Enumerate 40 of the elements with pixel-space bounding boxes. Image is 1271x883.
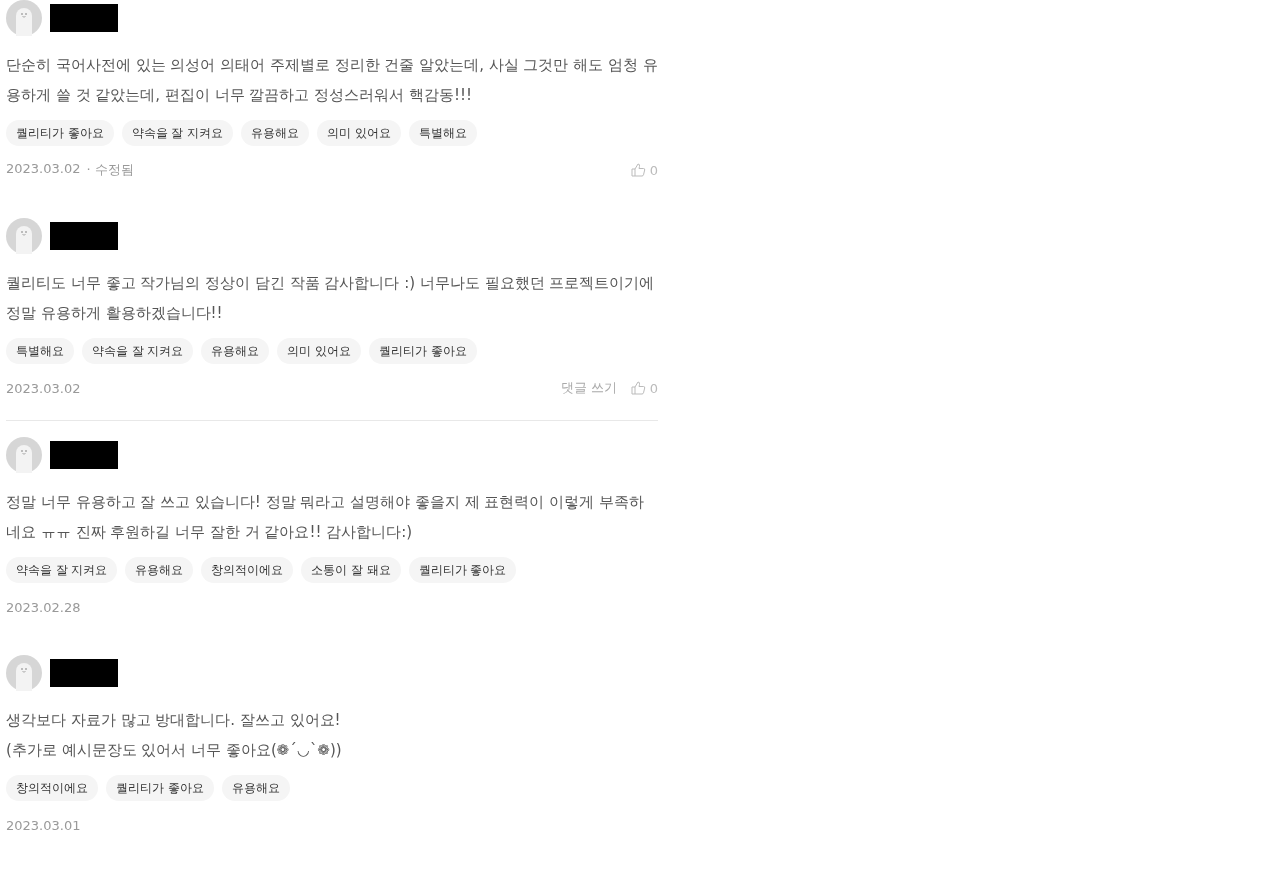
like-button[interactable]: 0 — [630, 380, 658, 396]
review-date: 2023.02.28 — [6, 599, 81, 615]
review-tag: 퀄리티가 좋아요 — [6, 120, 114, 146]
avatar-icon — [6, 0, 42, 36]
review-tag: 의미 있어요 — [277, 338, 361, 364]
review-tag: 유용해요 — [221, 775, 290, 801]
review-tag: 약속을 잘 지켜요 — [6, 557, 118, 583]
review-tag: 유용해요 — [201, 338, 270, 364]
review-date: 2023.03.02 — [6, 380, 81, 396]
review-tag: 창의적이에요 — [6, 775, 98, 801]
review-tag: 퀄리티가 좋아요 — [408, 557, 517, 583]
review-tag: 퀄리티가 좋아요 — [106, 775, 214, 801]
review-tag: 유용해요 — [125, 557, 194, 583]
review-tag: 약속을 잘 지켜요 — [82, 338, 194, 364]
review-text: 단순히 국어사전에 있는 의성어 의태어 주제별로 정리한 건줄 알았는데, 사실 그것만 해도 엄청 유용하게 쓸 것 같았는데, 편집이 너무 깔끔하고 정성스러워서 핵감동!!! — [6, 55, 658, 106]
review-tag: 퀄리티가 좋아요 — [368, 338, 477, 364]
review-tag: 소통이 잘 돼요 — [301, 557, 401, 583]
like-button[interactable]: 0 — [630, 162, 658, 178]
review-tag: 특별해요 — [6, 338, 74, 364]
redaction-bar — [50, 659, 118, 687]
reply-link[interactable]: 댓글 쓰기 — [560, 379, 617, 397]
review-tag: 특별해요 — [408, 120, 477, 146]
edited-label: · 수정됨 — [86, 161, 134, 179]
review-text: 정말 너무 유용하고 잘 쓰고 있습니다! 정말 뭐라고 설명해야 좋을지 제 표현력이 이렇게 부족하네요 ㅠㅠ 진짜 후원하길 너무 잘한 거 같아요!! 감사합니다:) — [6, 492, 645, 543]
review-date: 2023.03.01 — [6, 817, 81, 833]
redaction-bar — [50, 222, 118, 250]
thumbs-up-icon — [630, 381, 646, 395]
review-tag: 유용해요 — [240, 120, 309, 146]
review-text: 생각보다 자료가 많고 방대합니다. 잘쓰고 있어요! (추가로 예시문장도 있어서 너무 좋아요(❁´◡`❁)) — [6, 710, 343, 761]
review-date: 2023.03.02 — [6, 161, 81, 178]
review-text: 퀄리티도 너무 좋고 작가님의 정상이 담긴 작품 감사합니다 :) 너무나도 필요했던 프로젝트이기에 정말 유용하게 활용하겠습니다!! — [6, 273, 656, 324]
avatar-icon — [6, 437, 42, 473]
thumbs-up-icon — [630, 163, 646, 177]
review-tag: 의미 있어요 — [316, 120, 401, 146]
redaction-bar — [50, 4, 118, 32]
review-tag: 창의적이에요 — [201, 557, 294, 583]
redaction-bar — [50, 441, 118, 469]
review-tag: 약속을 잘 지켜요 — [121, 120, 233, 146]
avatar-icon — [6, 218, 42, 254]
avatar-icon — [6, 655, 42, 691]
